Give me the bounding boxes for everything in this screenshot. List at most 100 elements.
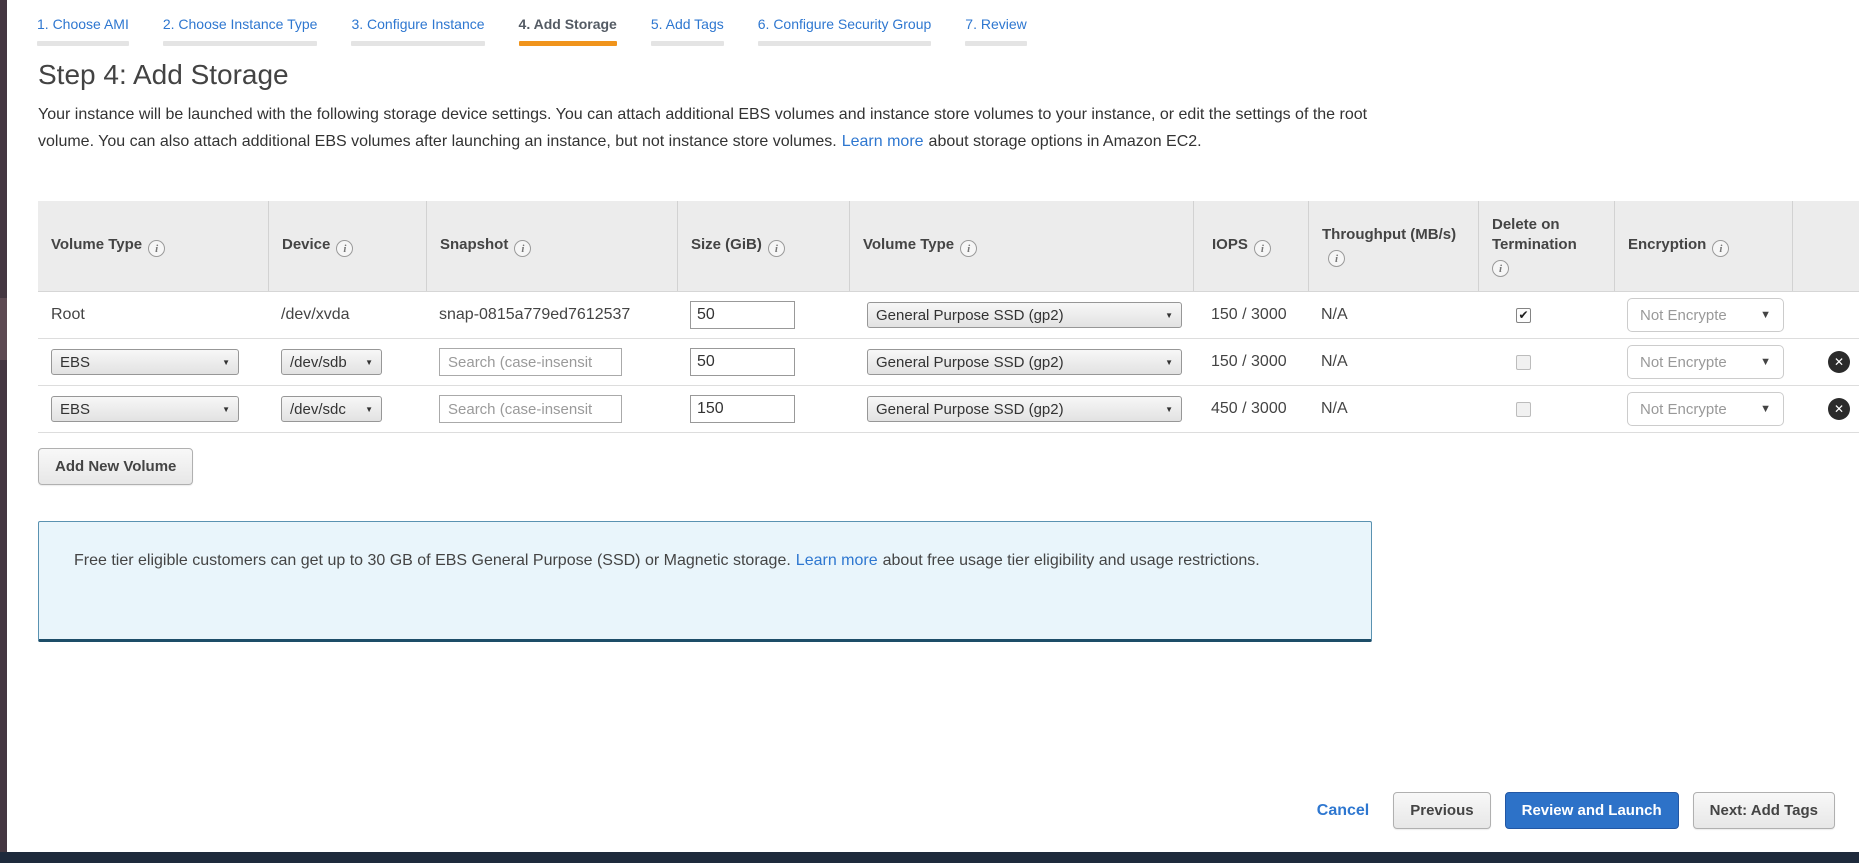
volume-type-select-value: General Purpose SSD (gp2) [876,400,1064,418]
tab-label: 5. Add Tags [650,16,724,32]
delete-volume-button[interactable]: ✕ [1828,351,1850,373]
chevron-down-icon: ▼ [365,357,373,367]
column-header-snapshot: Snapshot i [426,201,677,291]
throughput-value: N/A [1321,400,1348,417]
volume-type-cell: General Purpose SSD (gp2) ▼ [849,396,1193,422]
learn-more-storage-link[interactable]: Learn more [842,133,924,150]
delete-on-termination-checkbox[interactable] [1516,354,1531,370]
tab-underline [650,41,724,46]
intro-text: Your instance will be launched with the … [38,101,1373,155]
tab-label: 3. Configure Instance [351,16,485,32]
info-icon[interactable]: i [1328,250,1345,268]
delete-volume-button[interactable]: ✕ [1828,398,1850,420]
previous-button[interactable]: Previous [1393,792,1491,829]
chevron-down-icon: ▼ [222,357,230,367]
info-icon[interactable]: i [336,240,354,258]
active-tab-underline [518,41,617,46]
delete-on-termination-checkbox[interactable]: ✔ [1516,307,1531,323]
encryption-value: Not Encrypte [1640,400,1727,418]
column-header-content: Volume Type i [863,235,978,258]
next-add-tags-button[interactable]: Next: Add Tags [1692,792,1835,829]
volume-kind-select[interactable]: EBS ▼ [51,396,239,422]
column-header-label: Volume Type [51,235,143,253]
volume-kind-select-value: EBS [60,353,91,371]
size-gib-input[interactable] [690,348,795,376]
info-icon[interactable]: i [1253,240,1271,258]
encryption-select[interactable]: Not Encrypte ▼ [1627,298,1784,332]
snapshot-id-label: snap-0815a779ed7612537 [439,306,631,323]
left-scrollbar-thumb[interactable] [0,298,7,360]
volume-type-select[interactable]: General Purpose SSD (gp2) ▼ [867,396,1182,422]
tab-4-add-storage[interactable]: 4. Add Storage [507,16,629,46]
info-icon[interactable]: i [1492,260,1509,278]
chevron-down-icon: ▼ [1760,356,1771,368]
tab-1-choose-ami[interactable]: 1. Choose AMI [25,16,141,46]
volume-kind-select[interactable]: EBS ▼ [51,349,239,375]
snapshot-cell: snap-0815a779ed7612537 [426,306,677,324]
tab-5-add-tags[interactable]: 5. Add Tags [639,16,736,46]
column-header-throughput-mb-s: Throughput (MB/s) i [1308,201,1478,291]
encryption-select[interactable]: Not Encrypte ▼ [1627,392,1784,426]
device-select-value: /dev/sdc [290,400,346,418]
info-icon[interactable]: i [1712,240,1730,258]
column-header-content: Delete on Termination i [1492,215,1614,278]
column-header-volume-type: Volume Type i [849,201,1193,291]
review-and-launch-button[interactable]: Review and Launch [1504,792,1679,829]
size-gib-input[interactable] [690,395,795,423]
encryption-value: Not Encrypte [1640,353,1727,371]
column-header-content: IOPS i [1212,235,1271,258]
volume-row: EBS ▼ /dev/sdb ▼ General Purpose SSD (gp2) ▼ 1… [38,339,1859,386]
snapshot-search-input[interactable] [439,395,622,423]
chevron-down-icon: ▼ [1760,309,1771,321]
window-bottom-bar [0,852,1859,863]
volume-kind-label: Root [51,306,85,323]
device-select[interactable]: /dev/sdc ▼ [281,396,382,422]
info-icon[interactable]: i [514,240,532,258]
throughput-value: N/A [1321,306,1348,323]
column-header-actions [1792,201,1859,291]
tab-label: 4. Add Storage [518,16,617,32]
add-new-volume-button[interactable]: Add New Volume [38,448,194,485]
info-icon[interactable]: i [960,240,978,258]
row-actions-cell: ✕ [1792,398,1859,420]
throughput-value: N/A [1321,353,1348,370]
chevron-down-icon: ▼ [1165,404,1173,414]
tab-underline [757,41,932,46]
info-icon[interactable]: i [148,240,166,258]
delete-on-termination-cell: ✔ [1478,307,1614,323]
tab-underline [351,41,485,46]
volume-row: Root/dev/xvda snap-0815a779ed7612537 Gener… [38,292,1859,339]
learn-more-free-tier-link[interactable]: Learn more [796,552,878,569]
storage-table-body: Root/dev/xvda snap-0815a779ed7612537 Gener… [38,292,1859,433]
tab-2-choose-instance-type[interactable]: 2. Choose Instance Type [151,16,330,46]
column-header-volume-type: Volume Type i [38,201,268,291]
free-tier-notice: Free tier eligible customers can get up … [38,521,1372,642]
cancel-link[interactable]: Cancel [1317,802,1369,820]
iops-value: 150 / 3000 [1211,353,1287,370]
column-header-label: IOPS [1212,235,1248,253]
column-header-label: Device [282,235,331,253]
tab-3-configure-instance[interactable]: 3. Configure Instance [339,16,496,46]
info-icon[interactable]: i [767,240,785,258]
column-header-device: Device i [268,201,426,291]
storage-volumes-table: Volume Type i Device i Snapshot i Size (GiB) i V… [38,201,1859,433]
chevron-down-icon: ▼ [1165,310,1173,320]
volume-type-select[interactable]: General Purpose SSD (gp2) ▼ [867,349,1182,375]
device-label: /dev/xvda [281,306,350,323]
tab-label: 2. Choose Instance Type [162,16,318,32]
encryption-cell: Not Encrypte ▼ [1614,345,1792,379]
size-gib-input[interactable] [690,301,795,329]
column-header-label: Delete on Termination [1492,215,1577,253]
volume-type-select[interactable]: General Purpose SSD (gp2) ▼ [867,302,1182,328]
snapshot-search-input[interactable] [439,348,622,376]
volume-type-select-value: General Purpose SSD (gp2) [876,353,1064,371]
column-header-size-gib: Size (GiB) i [677,201,849,291]
tab-6-configure-security-group[interactable]: 6. Configure Security Group [746,16,944,46]
volume-kind-cell: EBS ▼ [38,349,268,375]
delete-on-termination-checkbox[interactable] [1516,401,1531,417]
encryption-select[interactable]: Not Encrypte ▼ [1627,345,1784,379]
device-select[interactable]: /dev/sdb ▼ [281,349,382,375]
column-header-content: Encryption i [1628,235,1730,258]
snapshot-cell [426,395,677,423]
tab-7-review[interactable]: 7. Review [953,16,1038,46]
